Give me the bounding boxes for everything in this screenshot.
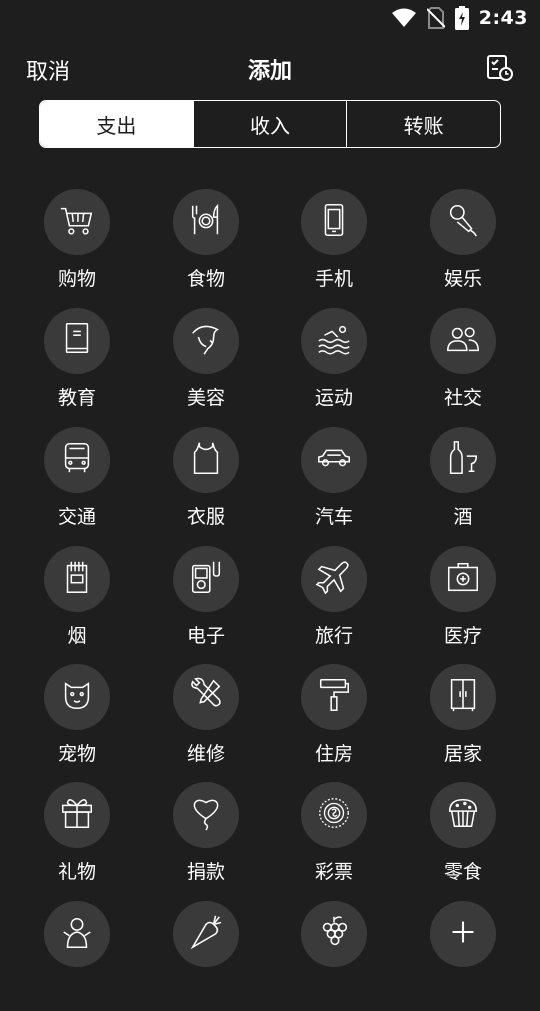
history-button[interactable] — [484, 54, 514, 84]
calendar-check-icon — [485, 53, 513, 85]
category-shopping[interactable]: 购物 — [27, 189, 127, 299]
heart-balloon-icon — [187, 794, 225, 836]
car-icon — [315, 439, 353, 481]
category-donation[interactable]: 捐款 — [156, 782, 256, 892]
page-title: 添加 — [247, 59, 292, 84]
category-vegetables[interactable] — [156, 901, 256, 1011]
category-label: 手机 — [314, 268, 353, 290]
tools-icon — [187, 676, 225, 718]
music-player-icon — [187, 558, 225, 600]
status-bar: 2:43 — [0, 0, 540, 36]
category-label: 教育 — [57, 387, 96, 409]
paint-roller-icon — [315, 676, 353, 718]
lottery-ball-icon — [315, 794, 353, 836]
pet-icon — [58, 676, 96, 718]
wardrobe-icon — [444, 676, 482, 718]
first-aid-kit-icon — [444, 558, 482, 600]
microphone-icon — [444, 201, 482, 243]
category-label: 汽车 — [314, 506, 353, 528]
book-icon — [58, 320, 96, 362]
category-label: 美容 — [186, 387, 225, 409]
category-clothes[interactable]: 衣服 — [156, 427, 256, 537]
wine-icon — [444, 439, 482, 481]
category-label: 社交 — [443, 387, 482, 409]
category-label: 零食 — [443, 861, 482, 883]
category-beauty[interactable]: 美容 — [156, 308, 256, 418]
category-housing[interactable]: 住房 — [284, 664, 384, 774]
swimming-icon — [315, 320, 353, 362]
category-label: 运动 — [314, 387, 353, 409]
bus-icon — [58, 439, 96, 481]
category-food[interactable]: 食物 — [156, 189, 256, 299]
tank-top-icon — [187, 439, 225, 481]
carrot-icon — [187, 913, 225, 955]
airplane-icon — [315, 558, 353, 600]
category-label: 住房 — [314, 743, 353, 765]
category-label: 食物 — [186, 268, 225, 290]
add-category-button[interactable] — [413, 901, 513, 1011]
no-sim-icon — [426, 7, 445, 29]
category-label: 医疗 — [443, 625, 482, 647]
category-label: 烟 — [67, 625, 87, 647]
doll-icon — [58, 913, 96, 955]
gift-icon — [58, 794, 96, 836]
tab-expense[interactable]: 支出 — [40, 101, 193, 147]
category-label: 礼物 — [57, 861, 96, 883]
grapes-icon — [315, 913, 353, 955]
cancel-button[interactable]: 取消 — [26, 54, 70, 86]
category-social[interactable]: 社交 — [413, 308, 513, 418]
category-label: 捐款 — [186, 861, 225, 883]
category-education[interactable]: 教育 — [27, 308, 127, 418]
category-label: 旅行 — [314, 625, 353, 647]
utensils-icon — [187, 201, 225, 243]
category-label: 宠物 — [57, 743, 96, 765]
category-medical[interactable]: 医疗 — [413, 546, 513, 656]
category-sports[interactable]: 运动 — [284, 308, 384, 418]
category-label: 交通 — [57, 506, 96, 528]
category-label: 娱乐 — [443, 268, 482, 290]
category-transport[interactable]: 交通 — [27, 427, 127, 537]
category-label: 电子 — [186, 625, 225, 647]
category-grid: 购物 食物 手机 娱乐 教育 美容 运动 社交 交通 衣服 汽车 酒 烟 电子 … — [0, 168, 540, 967]
cigarette-pack-icon — [58, 558, 96, 600]
category-label: 维修 — [186, 743, 225, 765]
category-label: 衣服 — [186, 506, 225, 528]
category-electronics[interactable]: 电子 — [156, 546, 256, 656]
category-lottery[interactable]: 彩票 — [284, 782, 384, 892]
wifi-icon — [391, 8, 417, 28]
face-icon — [187, 320, 225, 362]
category-label: 彩票 — [314, 861, 353, 883]
category-snacks[interactable]: 零食 — [413, 782, 513, 892]
category-gift[interactable]: 礼物 — [27, 782, 127, 892]
people-icon — [444, 320, 482, 362]
category-entertainment[interactable]: 娱乐 — [413, 189, 513, 299]
status-time: 2:43 — [478, 7, 528, 29]
type-tabs: 支出 收入 转账 — [39, 100, 501, 148]
category-toy[interactable] — [27, 901, 127, 1011]
tab-transfer[interactable]: 转账 — [346, 101, 500, 147]
category-label: 居家 — [443, 743, 482, 765]
category-travel[interactable]: 旅行 — [284, 546, 384, 656]
category-alcohol[interactable]: 酒 — [413, 427, 513, 537]
header: 取消 添加 支出 收入 转账 — [0, 36, 540, 168]
category-phone[interactable]: 手机 — [284, 189, 384, 299]
category-fruit[interactable] — [284, 901, 384, 1011]
category-label: 购物 — [57, 268, 96, 290]
tab-income[interactable]: 收入 — [192, 101, 347, 147]
cart-icon — [58, 201, 96, 243]
category-home[interactable]: 居家 — [413, 664, 513, 774]
category-pets[interactable]: 宠物 — [27, 664, 127, 774]
category-repair[interactable]: 维修 — [156, 664, 256, 774]
category-cigarettes[interactable]: 烟 — [27, 546, 127, 656]
category-car[interactable]: 汽车 — [284, 427, 384, 537]
phone-icon — [315, 201, 353, 243]
plus-icon — [444, 913, 482, 955]
cupcake-icon — [444, 794, 482, 836]
category-label: 酒 — [453, 506, 473, 528]
battery-charging-icon — [454, 6, 469, 30]
